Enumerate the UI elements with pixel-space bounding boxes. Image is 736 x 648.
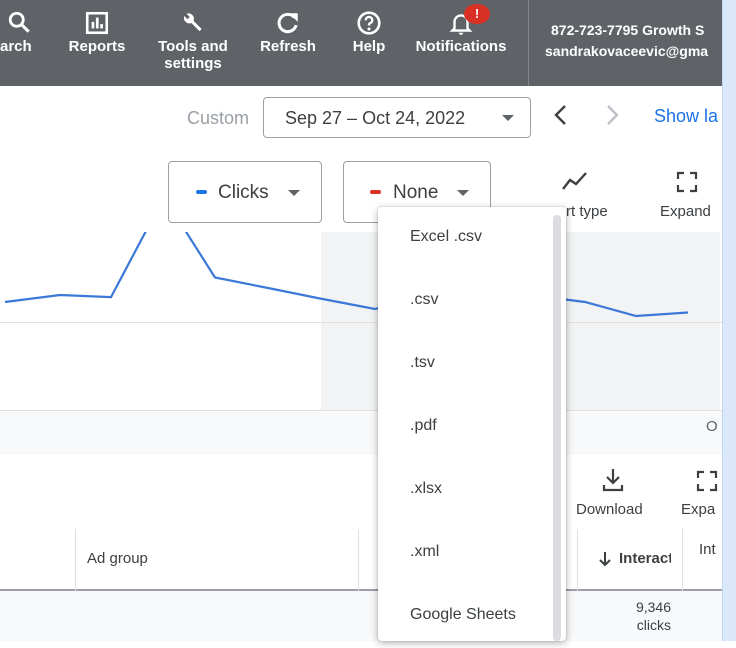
line-chart <box>4 232 689 318</box>
nav-tools-label: Tools and settings <box>158 38 228 72</box>
nav-search[interactable]: arch <box>0 8 40 55</box>
menu-item-xml[interactable]: .xml <box>378 522 550 585</box>
metric1-label: Clicks <box>218 182 269 203</box>
expand-icon <box>696 470 718 492</box>
sort-arrow-down-icon <box>598 550 612 573</box>
series-color-swatch <box>370 190 381 194</box>
expand-table-button[interactable] <box>696 470 718 497</box>
expand-label: Expand <box>660 203 711 220</box>
chevron-left-icon <box>554 105 566 125</box>
previous-period-button[interactable] <box>551 100 571 137</box>
date-range-value: Sep 27 – Oct 24, 2022 <box>285 108 466 128</box>
account-email: sandrakovaceevic@gma <box>545 43 709 59</box>
nav-notifications-label: Notifications <box>415 38 507 55</box>
column-header-interactions[interactable]: Interact <box>619 550 671 567</box>
expand-icon <box>676 171 698 193</box>
menu-scrollbar[interactable] <box>553 215 561 641</box>
expand-chart-button[interactable] <box>676 171 698 198</box>
series-line-clicks <box>4 232 689 318</box>
bell-icon <box>408 8 514 38</box>
download-format-menu: Excel .csv .csv .tsv .pdf .xlsx .xml Goo… <box>378 207 566 641</box>
search-icon <box>0 8 40 38</box>
nav-tools-settings[interactable]: Tools and settings <box>150 8 236 72</box>
top-navigation-bar: arch Reports Tools and settings Refresh … <box>0 0 722 86</box>
caret-down-icon <box>288 190 300 196</box>
download-icon <box>602 469 624 492</box>
chart-type-button[interactable] <box>560 169 590 198</box>
menu-item-pdf[interactable]: .pdf <box>378 396 550 459</box>
refresh-icon <box>256 8 320 38</box>
nav-search-label: arch <box>0 38 32 55</box>
nav-help[interactable]: Help <box>348 8 390 55</box>
chevron-right-icon <box>607 105 619 125</box>
x-axis-tick-label: O <box>706 418 718 435</box>
nav-refresh[interactable]: Refresh <box>256 8 320 55</box>
interactions-value: 9,346 <box>635 599 671 615</box>
column-header-ad-group[interactable]: Ad group <box>87 550 148 567</box>
next-period-button[interactable] <box>602 100 622 137</box>
caret-down-icon <box>502 115 514 121</box>
nav-reports-label: Reports <box>68 38 126 55</box>
expand-table-label: Expa <box>681 501 716 518</box>
show-last-link[interactable]: Show la <box>654 106 718 127</box>
notification-badge: ! <box>464 4 490 24</box>
download-label[interactable]: Download <box>576 501 643 518</box>
caret-down-icon <box>457 190 469 196</box>
nav-notifications[interactable]: Notifications <box>408 8 514 55</box>
help-icon <box>348 8 390 38</box>
metric2-label: None <box>393 182 439 203</box>
menu-item-google-sheets[interactable]: Google Sheets <box>378 585 550 648</box>
nav-help-label: Help <box>352 38 386 55</box>
custom-range-label: Custom <box>187 108 250 128</box>
nav-refresh-label: Refresh <box>260 38 316 55</box>
download-button[interactable] <box>601 467 625 498</box>
account-id: 872-723-7795 Growth S <box>551 22 705 38</box>
menu-item-csv[interactable]: .csv <box>378 270 550 333</box>
metric-selector-clicks[interactable]: Clicks <box>168 161 322 223</box>
chart-type-label: rt type <box>566 203 608 220</box>
interactions-unit: clicks <box>636 617 671 633</box>
menu-item-excel-csv[interactable]: Excel .csv <box>378 207 550 270</box>
menu-item-tsv[interactable]: .tsv <box>378 333 550 396</box>
date-range-picker[interactable]: Sep 27 – Oct 24, 2022 <box>263 97 531 138</box>
line-chart-icon <box>562 172 587 190</box>
menu-item-xlsx[interactable]: .xlsx <box>378 459 550 522</box>
nav-reports[interactable]: Reports <box>62 8 132 55</box>
series-color-swatch <box>196 190 207 194</box>
account-switcher[interactable]: 872-723-7795 Growth S sandrakovaceevic@g… <box>528 0 723 86</box>
wrench-icon <box>150 8 236 38</box>
chart-axis <box>0 410 722 456</box>
column-header-int[interactable]: Int <box>699 541 716 558</box>
reports-icon <box>62 8 132 38</box>
side-panel-edge <box>722 0 736 641</box>
